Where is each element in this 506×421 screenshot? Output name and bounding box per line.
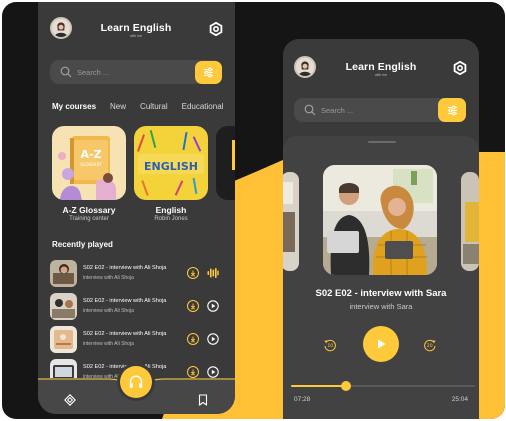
headphones-icon [129,375,143,388]
tab-new[interactable]: New [110,102,126,111]
tab-educational[interactable]: Educational [182,102,224,111]
episode-title: S02 E02 - interview with Ali Shoja [83,331,167,337]
avatar[interactable] [50,17,72,39]
filter-sliders-icon [204,67,213,78]
tab-my-courses[interactable]: My courses [52,102,96,111]
episode-title: S02 E02 - interview with Ali Shoja [83,265,167,271]
course-title: A-Z Glossary [62,205,116,215]
episode-thumbnail [50,260,77,287]
next-track-art[interactable] [461,172,479,271]
progress-bar[interactable] [291,381,475,391]
course-card-partial[interactable] [216,126,235,200]
filter-button[interactable] [195,61,222,84]
list-item[interactable]: S02 E02 - interview with Ali Shoja inter… [50,293,230,321]
search-placeholder: Search ... [77,67,110,77]
english-cover-image: ENGLISH [134,126,208,200]
course-card-english[interactable]: ENGLISH [134,126,208,200]
episode-subtitle: interview with Ali Shoja [83,308,134,314]
episode-subtitle: interview with Ali Shoja [83,275,134,281]
app-title: Learn English [345,61,417,73]
tab-cultural[interactable]: Cultural [140,102,168,111]
rewind-10-label: 10 [327,343,333,349]
play-circle-icon[interactable] [207,333,219,345]
forward-20-icon[interactable]: 20 [423,338,437,352]
app-brand: Learn English with me [341,61,421,77]
course-subtitle: Robin Jones [154,216,188,222]
recently-played-title: Recently played [52,240,113,249]
header: Learn English with me [38,2,235,50]
bookmark-icon[interactable] [197,394,209,406]
list-item[interactable]: S02 E02 - interview with Ali Shoja inter… [50,326,230,354]
play-button[interactable] [363,326,399,362]
home-screen: Learn English with me Search ... My cour… [38,2,235,414]
app-tagline: with me [374,73,388,77]
category-tabs: My courses New Cultural Educational Fa [52,102,235,111]
play-circle-icon[interactable] [207,300,219,312]
download-icon[interactable] [187,267,199,279]
forward-20-label: 20 [427,343,433,349]
app-tagline: with me [129,34,143,38]
search-icon [304,104,316,116]
english-cover-title: ENGLISH [144,160,198,173]
partial-cover-image [216,126,235,200]
player-screen: Learn English with me Search ... S02 E02… [283,39,479,419]
track-title: S02 E02 - interview with Sara [315,288,447,299]
download-icon[interactable] [187,300,199,312]
elapsed-time: 07:28 [294,396,311,403]
glossary-cover-image: A-Z GLOSSARY [52,126,126,200]
headphones-button[interactable] [120,366,152,398]
glossary-cover-subtitle: GLOSSARY [80,162,102,167]
drag-handle[interactable] [368,141,396,143]
avatar[interactable] [294,56,316,78]
total-duration: 25:04 [451,396,468,403]
compass-icon[interactable] [64,394,76,406]
course-title: English [155,205,187,215]
course-subtitle: Training center [69,216,109,222]
progress-fill [291,385,347,387]
app-showcase: Learn English with me Search ... My cour… [2,2,505,419]
episode-subtitle: interview with Ali Shoja [83,341,134,347]
course-card-glossary[interactable]: A-Z GLOSSARY [52,126,126,200]
gear-icon[interactable] [209,22,223,36]
list-item[interactable]: S02 E02 - interview with Ali Shoja inter… [50,260,230,288]
app-brand: Learn English with me [96,22,176,38]
equalizer-icon[interactable] [207,267,219,279]
gear-icon[interactable] [453,61,467,75]
episode-thumbnail [50,326,77,353]
progress-knob[interactable] [341,381,352,391]
download-icon[interactable] [187,333,199,345]
track-artwork [323,165,437,275]
now-playing-sheet: S02 E02 - interview with Sara interview … [283,136,479,419]
play-icon [378,339,386,349]
filter-sliders-icon [447,105,457,115]
episode-title: S02 E02 - interview with Ali Shoja [83,298,167,304]
filter-button[interactable] [438,98,466,122]
track-subtitle: interview with Sara [349,302,413,311]
episode-thumbnail [50,293,77,320]
rewind-10-icon[interactable]: 10 [323,338,337,352]
app-title: Learn English [100,22,172,34]
search-placeholder: Search ... [321,105,354,115]
search-icon [60,66,72,78]
previous-track-art[interactable] [283,172,299,271]
glossary-cover-title: A-Z [80,148,101,161]
